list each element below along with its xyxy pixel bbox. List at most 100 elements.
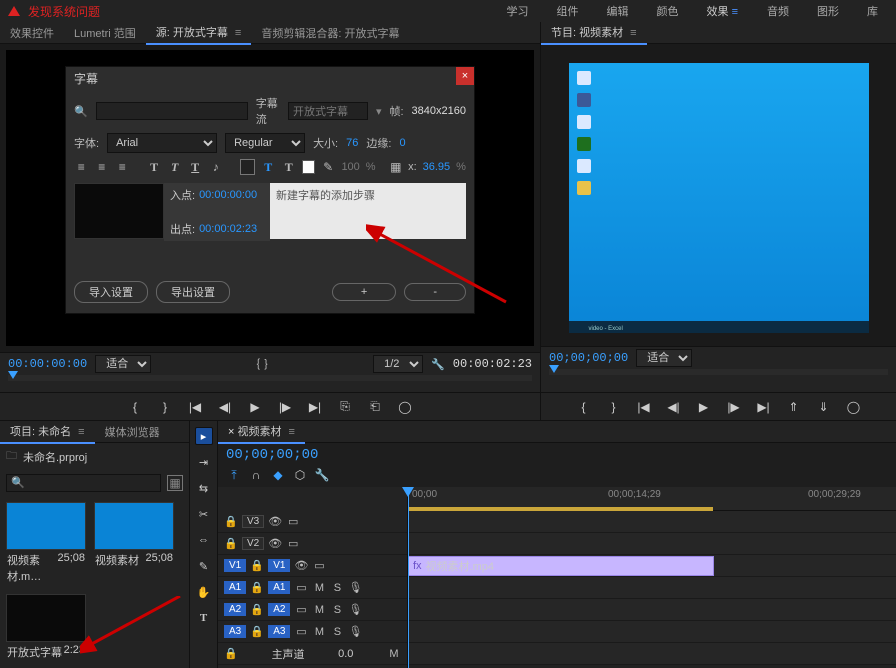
import-settings-button[interactable]: 导入设置: [74, 281, 148, 303]
play-icon[interactable]: ▶: [696, 399, 712, 415]
sync-lock-icon[interactable]: ▭: [286, 515, 300, 529]
stroke-color-icon[interactable]: T: [282, 159, 297, 175]
tab-effect-controls[interactable]: 效果控件: [0, 22, 64, 44]
snap-icon[interactable]: ⤒: [226, 467, 242, 483]
lock-icon[interactable]: 🔒: [224, 647, 238, 661]
program-tc-left[interactable]: 00;00;00;00: [549, 351, 628, 365]
lane-a1[interactable]: [408, 577, 896, 599]
menu-effects[interactable]: 效果 ≡: [697, 1, 749, 21]
menu-color[interactable]: 颜色: [647, 1, 689, 21]
bracket-right-icon[interactable]: ｝: [264, 356, 275, 372]
mute-icon[interactable]: ▭: [294, 625, 308, 639]
tab-program[interactable]: 节目: 视频素材 ≡: [541, 21, 647, 45]
lock-icon[interactable]: 🔒: [224, 515, 238, 529]
mark-in-icon[interactable]: {: [576, 399, 592, 415]
bracket-left-icon[interactable]: ｛: [249, 356, 260, 372]
bold-icon[interactable]: T: [147, 159, 162, 175]
menu-library[interactable]: 库: [857, 1, 888, 21]
workspace-menu-icon[interactable]: ≡: [732, 6, 739, 18]
font-select[interactable]: Arial: [107, 133, 217, 153]
lift-icon[interactable]: ⇑: [786, 399, 802, 415]
track-tag[interactable]: A3: [268, 625, 290, 638]
source-tc-left[interactable]: 00:00:00:00: [8, 357, 87, 371]
mute-icon[interactable]: ▭: [294, 581, 308, 595]
panel-menu-icon[interactable]: ≡: [232, 27, 241, 39]
timeline-clip[interactable]: fx视频素材.mp4: [408, 556, 714, 576]
x-value[interactable]: 36.95: [423, 161, 451, 173]
out-timecode[interactable]: 00:00:02:23: [199, 223, 257, 235]
solo-icon[interactable]: S: [330, 581, 344, 595]
music-note-icon[interactable]: ♪: [208, 159, 223, 175]
lock-icon[interactable]: 🔒: [250, 603, 264, 617]
go-out-icon[interactable]: ▶|: [756, 399, 772, 415]
bg-swatch[interactable]: [240, 159, 255, 175]
mark-out-icon[interactable]: }: [157, 399, 173, 415]
track-tag[interactable]: A1: [268, 581, 290, 594]
tab-sequence[interactable]: × 视频素材 ≡: [218, 420, 305, 444]
track-header-v3[interactable]: 🔒V3👁▭: [218, 511, 407, 533]
toggle-output-icon[interactable]: 👁: [294, 559, 308, 573]
project-search-input[interactable]: [6, 474, 161, 492]
toggle-output-icon[interactable]: 👁: [268, 515, 282, 529]
time-ruler[interactable]: 00;00 00;00;14;29 00;00;29;29: [408, 487, 896, 511]
program-zoom-fit[interactable]: 适合: [636, 349, 692, 367]
lock-icon[interactable]: 🔒: [224, 537, 238, 551]
step-back-icon[interactable]: ◀|: [217, 399, 233, 415]
playhead-icon[interactable]: [549, 365, 559, 373]
wrench-icon[interactable]: 🔧: [431, 358, 445, 371]
add-caption-button[interactable]: +: [332, 283, 396, 301]
toggle-output-icon[interactable]: 👁: [268, 537, 282, 551]
type-tool-icon[interactable]: T: [195, 609, 213, 627]
lane-a2[interactable]: [408, 599, 896, 621]
export-frame-icon[interactable]: ◯: [397, 399, 413, 415]
timeline-tc[interactable]: 00;00;00;00: [226, 447, 318, 463]
asset-item[interactable]: 开放式字幕2:23: [6, 594, 86, 662]
align-right-icon[interactable]: ≡: [115, 159, 130, 175]
play-icon[interactable]: ▶: [247, 399, 263, 415]
slip-tool-icon[interactable]: ⇔: [195, 531, 213, 549]
asset-item[interactable]: 视频素材.m…25;08: [6, 502, 86, 586]
sync-lock-icon[interactable]: ▭: [286, 537, 300, 551]
program-mini-ruler[interactable]: [549, 369, 888, 375]
lane-v2[interactable]: [408, 533, 896, 555]
meter-icon[interactable]: M: [387, 647, 401, 661]
source-mini-ruler[interactable]: [8, 375, 532, 381]
track-header-v1[interactable]: V1🔒V1👁▭: [218, 555, 407, 577]
stream-field[interactable]: 开放式字幕: [288, 102, 368, 120]
italic-icon[interactable]: T: [167, 159, 182, 175]
track-header-a3[interactable]: A3🔒A3▭MS🎙: [218, 621, 407, 643]
lock-icon[interactable]: 🔒: [250, 625, 264, 639]
selection-tool-icon[interactable]: ▸: [195, 427, 213, 445]
tab-audio-clip-mixer[interactable]: 音频剪辑混合器: 开放式字幕: [251, 22, 409, 44]
export-settings-button[interactable]: 导出设置: [156, 281, 230, 303]
menu-edit[interactable]: 编辑: [597, 1, 639, 21]
lane-a3[interactable]: [408, 621, 896, 643]
caption-thumb[interactable]: [74, 183, 164, 239]
opacity-value[interactable]: 100: [341, 161, 359, 173]
filter-icon[interactable]: ▦: [167, 475, 183, 491]
eyedropper-icon[interactable]: ✎: [321, 159, 336, 175]
caption-search-input[interactable]: [96, 102, 248, 120]
lock-icon[interactable]: 🔒: [250, 581, 264, 595]
source-patch[interactable]: V1: [224, 559, 246, 572]
track-header-v2[interactable]: 🔒V2👁▭: [218, 533, 407, 555]
timeline-tracks[interactable]: 00;00 00;00;14;29 00;00;29;29 fx视频素材.mp4: [408, 487, 896, 668]
step-fwd-icon[interactable]: |▶: [726, 399, 742, 415]
go-out-icon[interactable]: ▶|: [307, 399, 323, 415]
step-fwd-icon[interactable]: |▶: [277, 399, 293, 415]
fx-badge-icon[interactable]: fx: [413, 560, 422, 572]
chevron-down-icon[interactable]: ▾: [376, 105, 382, 118]
step-back-icon[interactable]: ◀|: [666, 399, 682, 415]
close-icon[interactable]: ×: [456, 67, 474, 85]
mute-m-icon[interactable]: M: [312, 581, 326, 595]
ripple-edit-tool-icon[interactable]: ⇆: [195, 479, 213, 497]
fill-swatch[interactable]: [302, 160, 315, 174]
lock-icon[interactable]: 🔒: [250, 559, 264, 573]
overwrite-icon[interactable]: ⎗: [367, 399, 383, 415]
asset-item[interactable]: 视频素材25;08: [94, 502, 174, 586]
extract-icon[interactable]: ⇓: [816, 399, 832, 415]
edge-value[interactable]: 0: [399, 137, 405, 149]
mute-icon[interactable]: ▭: [294, 603, 308, 617]
tab-project[interactable]: 项目: 未命名 ≡: [0, 420, 95, 444]
menu-graphics[interactable]: 图形: [807, 1, 849, 21]
